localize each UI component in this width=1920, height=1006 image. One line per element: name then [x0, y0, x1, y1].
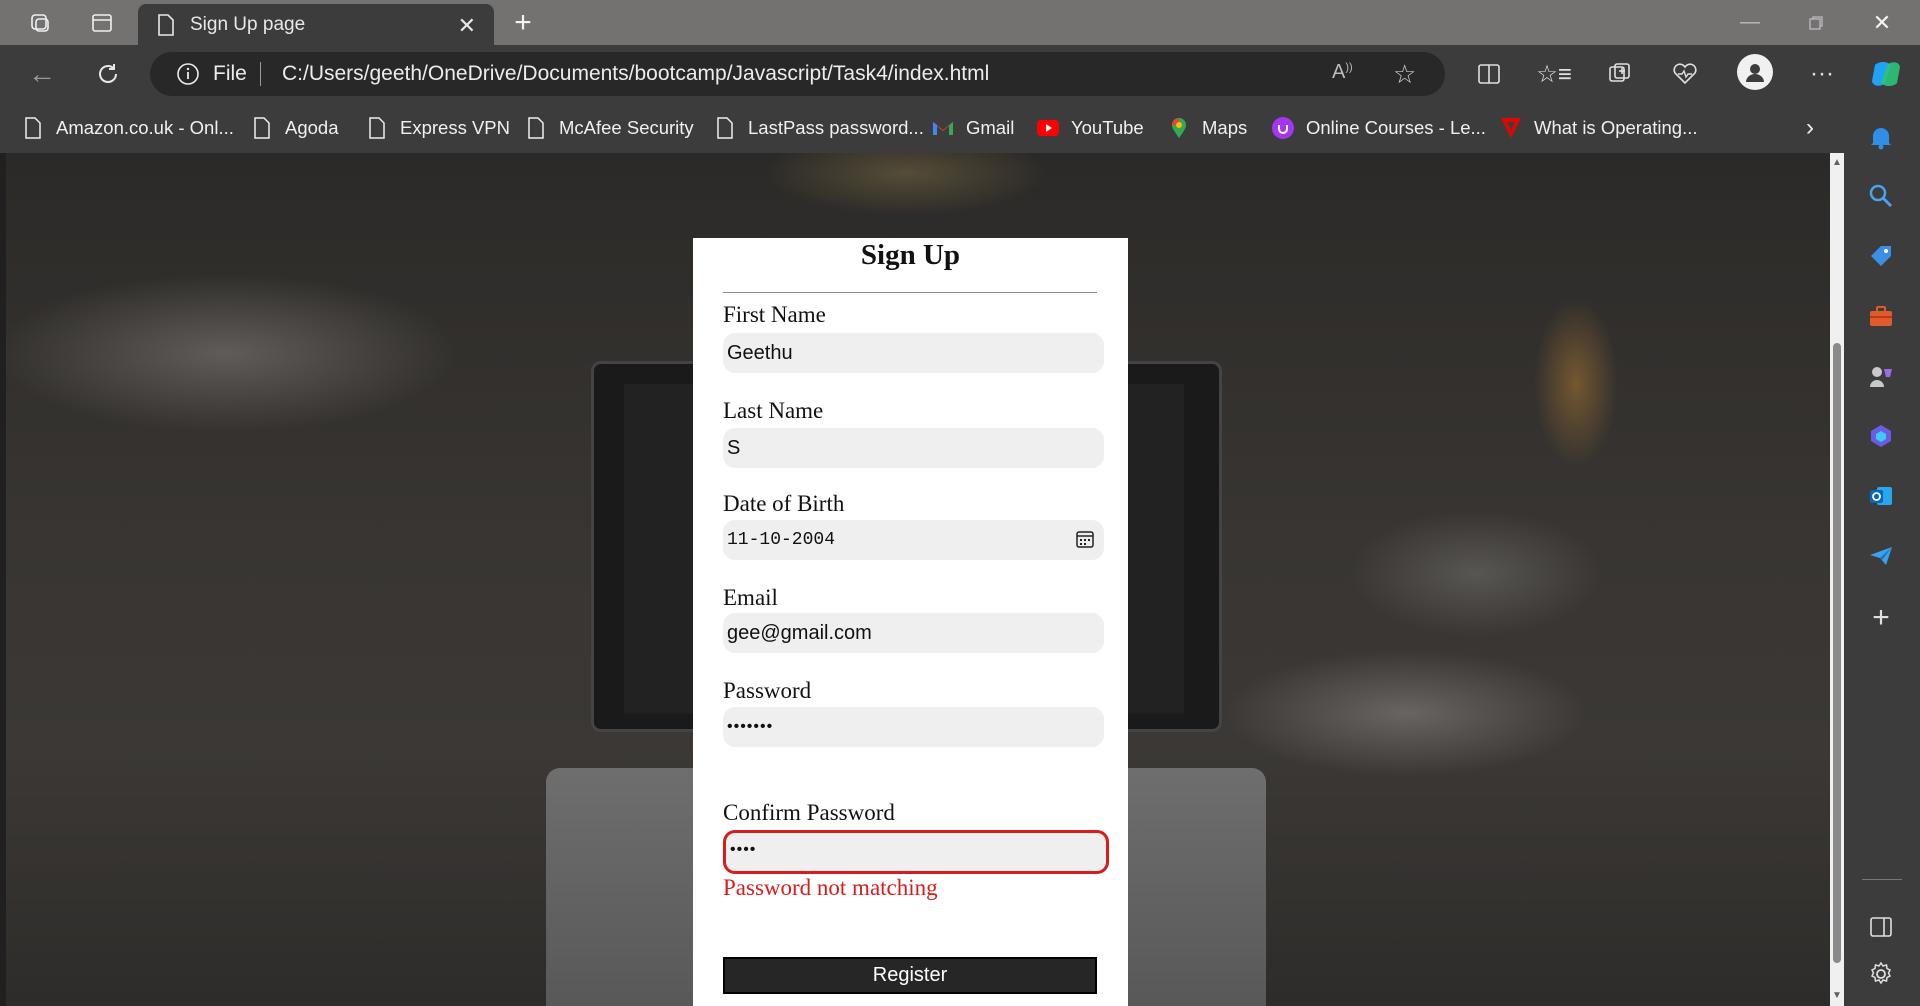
dob-input[interactable]: 11-10-2004 — [723, 520, 1104, 560]
maps-icon — [1168, 117, 1190, 139]
password-error-message: Password not matching — [723, 875, 938, 900]
last-name-label: Last Name — [723, 398, 824, 423]
scroll-up-icon[interactable]: ▲ — [1830, 155, 1844, 171]
tools-briefcase-icon[interactable] — [1863, 298, 1899, 334]
bookmark-label: Online Courses - Le... — [1306, 117, 1486, 138]
bookmark-label: Gmail — [966, 117, 1015, 138]
page-icon — [366, 117, 388, 139]
email-input[interactable]: gee@gmail.com — [723, 613, 1104, 653]
vivaldi-icon — [1500, 117, 1522, 139]
title-bar: Sign Up page ✕ + — ✕ — [0, 0, 1920, 45]
bookmark-item[interactable]: Online Courses - Le... — [1272, 115, 1486, 141]
first-name-label: First Name — [723, 302, 826, 327]
bookmark-label: What is Operating... — [1534, 117, 1698, 138]
tab-actions-icon[interactable] — [82, 0, 122, 45]
udemy-icon — [1272, 117, 1294, 139]
bookmarks-bar: Amazon.co.uk - Onl... Agoda Express VPN … — [0, 103, 1920, 153]
minimize-icon[interactable]: — — [1730, 0, 1770, 45]
hide-sidebar-icon[interactable] — [1863, 909, 1899, 945]
page-icon — [156, 13, 176, 43]
refresh-icon[interactable] — [88, 57, 128, 91]
search-icon[interactable] — [1863, 178, 1899, 214]
split-screen-icon[interactable] — [1472, 57, 1506, 91]
password-label: Password — [723, 678, 812, 703]
form-title: Sign Up — [860, 239, 961, 271]
toolbar: ← File C:/Users/geeth/OneDrive/Documents… — [0, 45, 1920, 103]
bookmark-label: McAfee Security — [559, 117, 694, 138]
add-sidebar-app-icon[interactable]: + — [1863, 600, 1899, 636]
microsoft-365-icon[interactable] — [1863, 418, 1899, 454]
tab-title: Sign Up page — [190, 13, 306, 35]
email-label: Email — [723, 585, 778, 610]
confirm-password-label: Confirm Password — [723, 800, 895, 825]
bookmark-label: Amazon.co.uk - Onl... — [56, 117, 234, 138]
background-editor-sidebar — [624, 384, 694, 714]
sidebar-divider — [1862, 879, 1902, 880]
title-divider — [723, 292, 1097, 293]
games-icon[interactable] — [1863, 358, 1899, 394]
dob-label: Date of Birth — [723, 491, 845, 516]
send-telegram-icon[interactable] — [1863, 538, 1899, 574]
scrollbar-thumb[interactable] — [1833, 343, 1841, 963]
password-input[interactable]: ••••••• — [723, 707, 1104, 747]
page-icon — [525, 117, 547, 139]
bookmark-label: Agoda — [285, 117, 339, 138]
edge-sidebar: + — [1844, 103, 1920, 1006]
bookmark-item[interactable]: What is Operating... — [1500, 115, 1697, 141]
page-icon — [251, 117, 273, 139]
bookmark-item[interactable]: Maps — [1168, 115, 1247, 141]
bookmark-item[interactable]: Gmail — [932, 115, 1014, 141]
info-icon[interactable] — [176, 62, 200, 92]
more-bookmarks-chevron-icon[interactable]: › — [1806, 114, 1814, 141]
close-tab-icon[interactable]: ✕ — [458, 13, 476, 39]
profile-avatar[interactable] — [1737, 54, 1773, 90]
more-options-icon[interactable]: ··· — [1805, 57, 1839, 91]
first-name-input[interactable]: Geethu — [723, 333, 1104, 373]
outlook-icon[interactable] — [1863, 478, 1899, 514]
signup-form: Sign Up First Name Geethu Last Name S Da… — [693, 238, 1128, 1006]
close-window-icon[interactable]: ✕ — [1862, 0, 1902, 45]
new-tab-icon[interactable]: + — [508, 0, 538, 45]
bookmark-item[interactable]: Agoda — [251, 115, 339, 141]
bookmark-label: YouTube — [1071, 117, 1144, 138]
shopping-tag-icon[interactable] — [1863, 238, 1899, 274]
tab-signup[interactable]: Sign Up page ✕ — [138, 4, 494, 45]
page-icon — [714, 117, 736, 139]
favorites-icon[interactable]: ☆≡ — [1536, 57, 1572, 91]
page-scrollbar[interactable]: ▲ ▼ — [1830, 153, 1844, 1006]
bookmark-item[interactable]: McAfee Security — [525, 115, 694, 141]
page-icon — [22, 117, 44, 139]
last-name-input[interactable]: S — [723, 428, 1104, 468]
scroll-down-icon[interactable]: ▼ — [1830, 988, 1844, 1004]
settings-gear-icon[interactable] — [1863, 956, 1899, 992]
bookmark-item[interactable]: Amazon.co.uk - Onl... — [22, 115, 234, 141]
calendar-icon[interactable] — [1076, 530, 1094, 548]
bookmark-label: Express VPN — [400, 117, 511, 138]
browser-essentials-icon[interactable] — [1668, 57, 1702, 91]
bookmark-item[interactable]: LastPass password... — [714, 115, 924, 141]
bookmark-item[interactable]: YouTube — [1037, 115, 1144, 141]
back-icon[interactable]: ← — [22, 57, 62, 91]
bookmark-label: LastPass password... — [748, 117, 924, 138]
restore-icon[interactable] — [1796, 0, 1836, 45]
collections-icon[interactable] — [1603, 57, 1637, 91]
confirm-password-input[interactable]: •••• — [723, 830, 1109, 874]
bookmark-item[interactable]: Express VPN — [366, 115, 510, 141]
read-aloud-icon[interactable]: A)) — [1332, 61, 1353, 84]
register-button[interactable]: Register — [723, 957, 1097, 994]
address-bar[interactable]: File C:/Users/geeth/OneDrive/Documents/b… — [150, 52, 1445, 96]
url-text: C:/Users/geeth/OneDrive/Documents/bootca… — [282, 62, 990, 85]
gmail-icon — [932, 117, 954, 139]
notifications-bell-icon[interactable] — [1863, 119, 1899, 155]
dob-value: 11-10-2004 — [727, 530, 836, 550]
favorite-star-icon[interactable]: ☆ — [1393, 59, 1416, 90]
youtube-icon — [1037, 117, 1059, 139]
workspaces-icon[interactable] — [20, 0, 60, 45]
copilot-icon[interactable] — [1866, 54, 1906, 94]
bookmark-label: Maps — [1202, 117, 1248, 138]
address-separator — [260, 62, 261, 86]
address-scheme: File — [213, 62, 247, 85]
